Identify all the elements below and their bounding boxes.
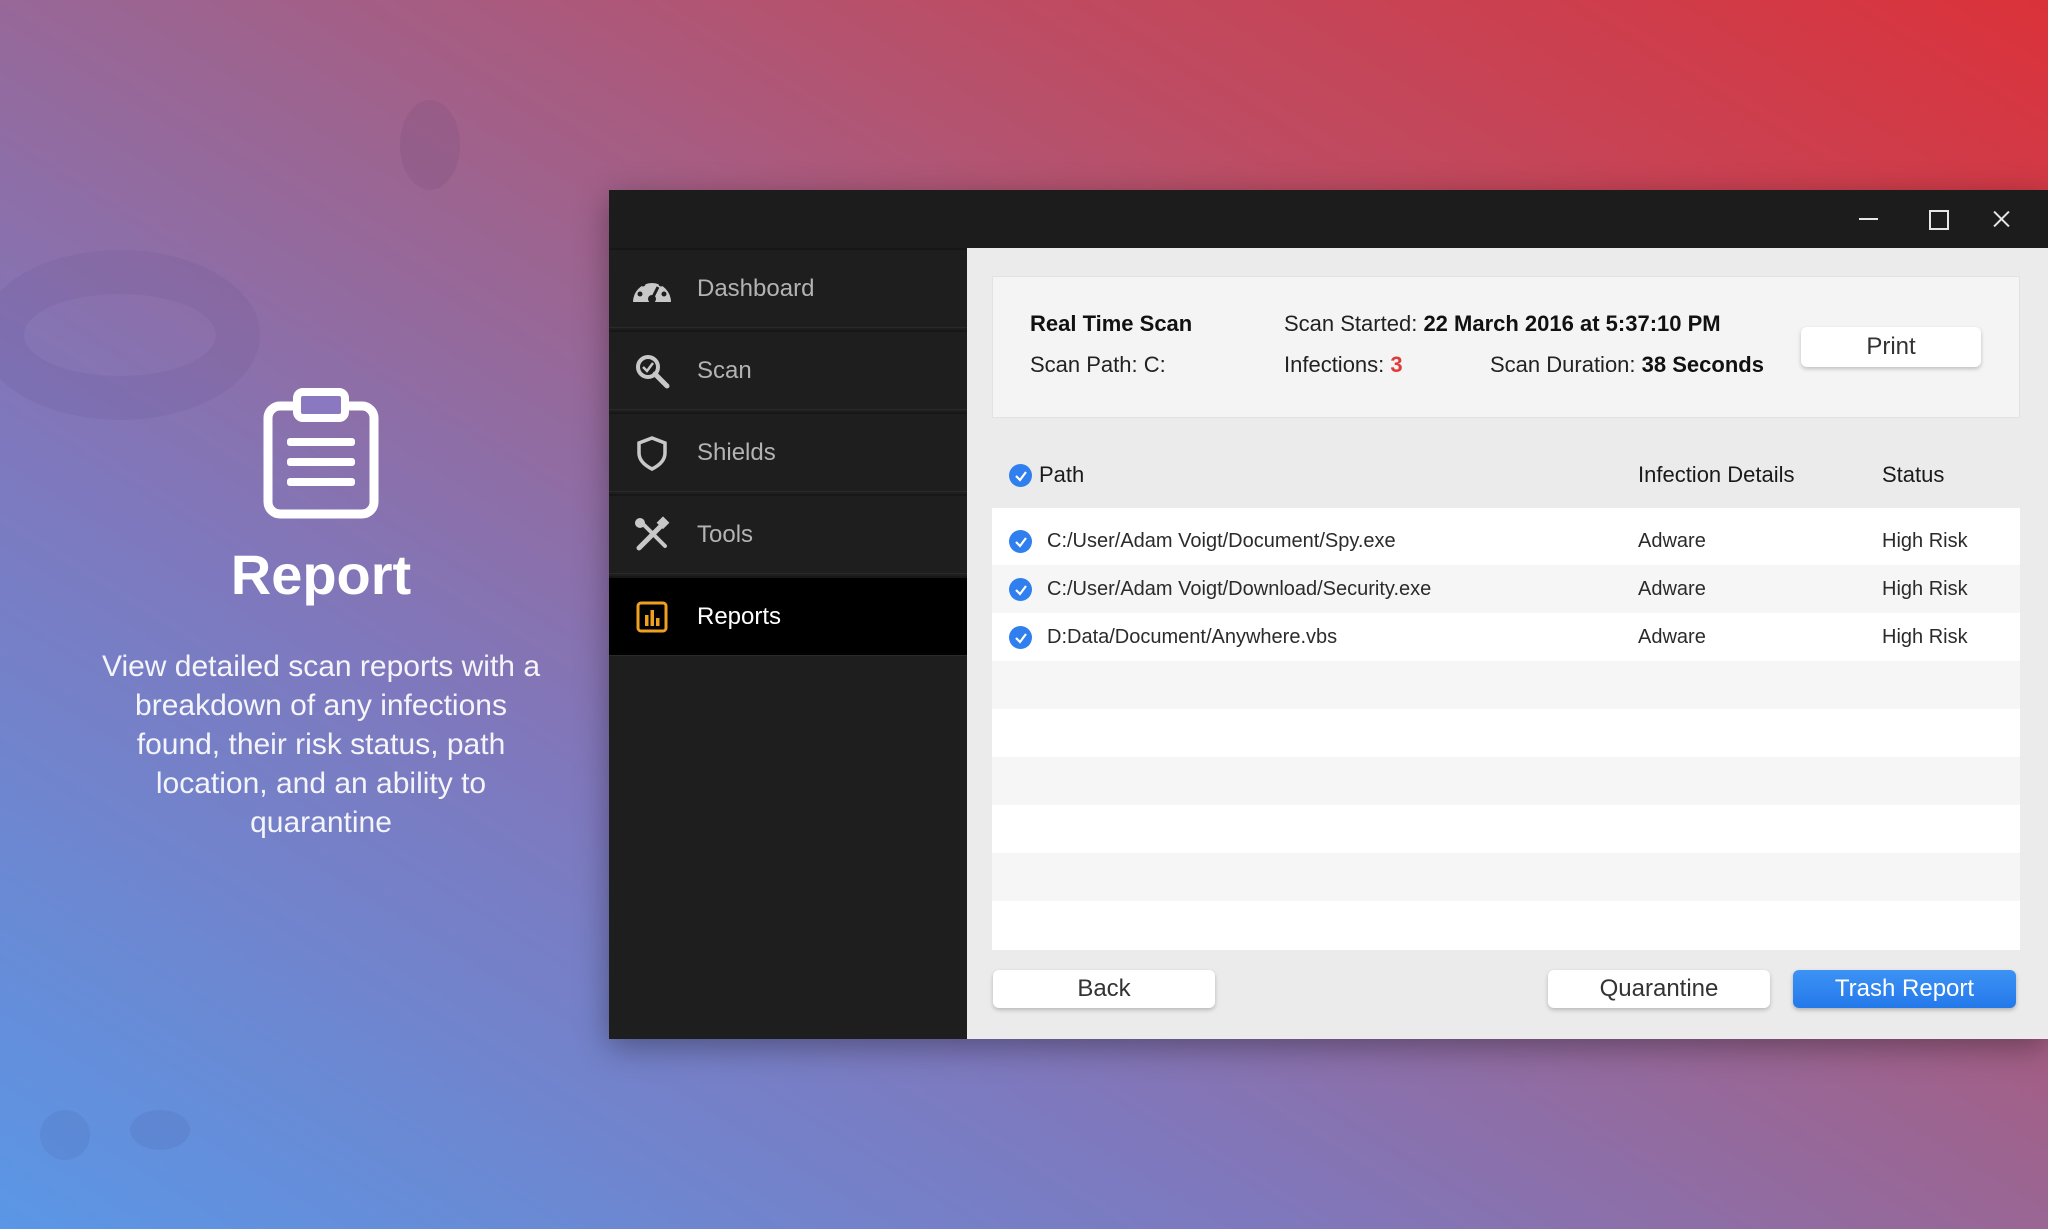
minimize-icon[interactable] [1852, 204, 1886, 234]
background-dot-decoration [40, 1110, 90, 1160]
table-row[interactable]: D:Data/Document/Anywhere.vbs Adware High… [992, 613, 2020, 661]
empty-row [992, 709, 2020, 757]
infections-table: C:/User/Adam Voigt/Document/Spy.exe Adwa… [992, 508, 2020, 950]
background-dot-decoration [130, 1110, 190, 1150]
scan-path: Scan Path: C: [1030, 352, 1166, 377]
scan-started: Scan Started: 22 March 2016 at 5:37:10 P… [1284, 311, 1721, 336]
status-cell: High Risk [1882, 578, 1968, 600]
empty-row [992, 805, 2020, 853]
sidebar-item-label: Reports [697, 602, 782, 630]
status-cell: High Risk [1882, 626, 1968, 648]
maximize-icon[interactable] [1920, 204, 1954, 234]
path-cell: C:/User/Adam Voigt/Document/Spy.exe [1047, 530, 1396, 552]
tools-icon [631, 514, 673, 556]
promo-description: View detailed scan reports with a breakd… [101, 650, 541, 839]
column-header-path: Path [1039, 462, 1085, 487]
shield-icon [631, 432, 673, 474]
sidebar-item-label: Scan [697, 356, 752, 384]
status-cell: High Risk [1882, 530, 1968, 552]
row-checkbox[interactable] [1009, 626, 1032, 649]
infections-count: Infections: 3 [1284, 352, 1403, 377]
back-button[interactable]: Back [993, 970, 1215, 1008]
app-window: Dashboard Scan Shields Tools Reports Rea… [609, 190, 2048, 1039]
sidebar-item-shields[interactable]: Shields [609, 412, 967, 492]
empty-row [992, 853, 2020, 901]
trash-report-button[interactable]: Trash Report [1793, 970, 2016, 1008]
bar-chart-icon [631, 596, 673, 638]
table-header: Path Infection Details Status [992, 444, 2020, 504]
row-checkbox[interactable] [1009, 578, 1032, 601]
empty-row [992, 757, 2020, 805]
print-button[interactable]: Print [1801, 327, 1981, 367]
details-cell: Adware [1638, 626, 1706, 648]
details-cell: Adware [1638, 530, 1706, 552]
quarantine-button[interactable]: Quarantine [1548, 970, 1770, 1008]
promo-title: Report [230, 543, 412, 606]
background-dot-decoration [400, 100, 460, 190]
sidebar-item-tools[interactable]: Tools [609, 494, 967, 574]
row-checkbox[interactable] [1009, 530, 1032, 553]
scan-duration: Scan Duration: 38 Seconds [1490, 352, 1764, 377]
sidebar-item-dashboard[interactable]: Dashboard [609, 248, 967, 328]
path-cell: C:/User/Adam Voigt/Download/Security.exe [1047, 578, 1432, 600]
magnifier-icon [631, 350, 673, 392]
sidebar-item-label: Tools [697, 520, 754, 548]
select-all-checkbox[interactable] [1009, 464, 1032, 487]
report-panel: Real Time Scan Scan Path: C: Scan Starte… [967, 248, 2048, 1039]
table-row[interactable]: C:/User/Adam Voigt/Download/Security.exe… [992, 565, 2020, 613]
close-icon[interactable] [1985, 204, 2019, 234]
title-bar [609, 190, 2048, 248]
path-cell: D:Data/Document/Anywhere.vbs [1047, 626, 1338, 648]
table-row[interactable]: C:/User/Adam Voigt/Document/Spy.exe Adwa… [992, 517, 2020, 565]
sidebar-item-scan[interactable]: Scan [609, 330, 967, 410]
empty-row [992, 901, 2020, 949]
sidebar: Dashboard Scan Shields Tools Reports [609, 248, 967, 1039]
empty-row [992, 661, 2020, 709]
clipboard-icon [263, 388, 379, 519]
column-header-infection-details: Infection Details [1638, 462, 1795, 487]
column-header-status: Status [1882, 462, 1945, 487]
scan-type: Real Time Scan [1030, 311, 1193, 336]
details-cell: Adware [1638, 578, 1706, 600]
sidebar-item-reports[interactable]: Reports [609, 576, 967, 656]
feature-promo: Report View detailed scan reports with a… [100, 388, 542, 842]
sidebar-item-label: Shields [697, 438, 776, 466]
sidebar-item-label: Dashboard [697, 274, 815, 302]
gauge-icon [631, 268, 673, 310]
scan-summary: Real Time Scan Scan Path: C: Scan Starte… [992, 276, 2020, 418]
